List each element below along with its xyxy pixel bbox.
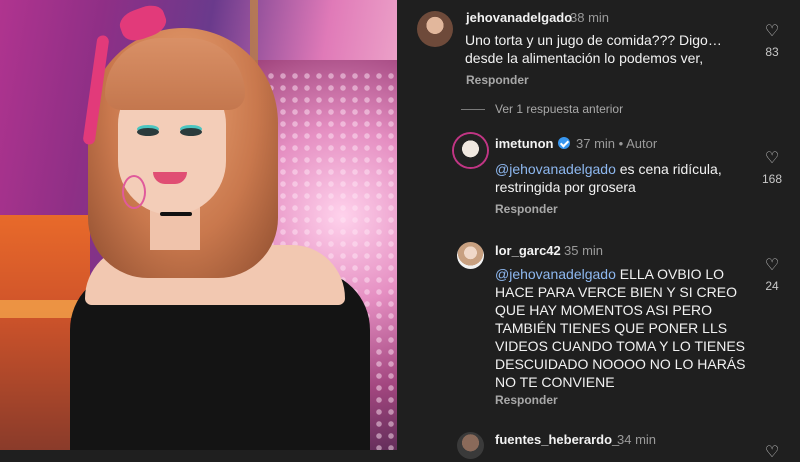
comments-panel[interactable]: jehovanadelgado 38 min Uno torta y un ju… <box>397 0 800 461</box>
screenshot-root: jehovanadelgado 38 min Uno torta y un ju… <box>0 0 800 461</box>
time-text: 37 min <box>576 136 616 151</box>
post-photo <box>0 0 397 450</box>
avatar-lor-garc42[interactable] <box>457 242 484 269</box>
reply-button[interactable]: Responder <box>466 73 529 87</box>
avatar-jehovanadelgado[interactable] <box>417 11 453 47</box>
mention-link[interactable]: @jehovanadelgado <box>495 161 616 177</box>
comment-body: ELLA OVBIO LO HACE PARA VERCE BIEN Y SI … <box>495 266 746 390</box>
view-more-label[interactable]: Ver 1 respuesta anterior <box>495 102 623 116</box>
heart-outline-icon[interactable]: ♡ <box>764 442 780 462</box>
heart-outline-icon[interactable]: ♡ <box>764 255 780 275</box>
like-count: 168 <box>761 172 783 186</box>
heart-outline-icon[interactable]: ♡ <box>764 148 780 168</box>
left-eye <box>137 128 159 136</box>
comment-time: 38 min <box>570 10 610 25</box>
earring <box>122 175 146 209</box>
comment-time: 35 min <box>564 243 604 258</box>
author-tag: • Autor <box>618 136 658 151</box>
like-count: 83 <box>765 45 779 59</box>
right-eye <box>180 128 202 136</box>
like-count: 24 <box>765 279 779 293</box>
comment-username[interactable]: lor_garc42 <box>495 243 561 258</box>
comment-text: @jehovanadelgado ELLA OVBIO LO HACE PARA… <box>495 265 750 391</box>
view-more-replies[interactable]: Ver 1 respuesta anterior <box>461 102 623 116</box>
comment-username[interactable]: imetunon <box>495 136 570 151</box>
comment-text: @jehovanadelgado es cena ridícula, restr… <box>495 160 745 196</box>
username-text[interactable]: imetunon <box>495 136 554 151</box>
choker <box>160 212 192 216</box>
reply-button[interactable]: Responder <box>495 393 558 407</box>
comment-text: Uno torta y un jugo de comida??? Digo… d… <box>465 32 722 66</box>
comment-time: 37 min • Autor <box>576 136 657 151</box>
comment-username[interactable]: fuentes_heberardo_ <box>495 432 619 447</box>
comment-time: 34 min <box>617 432 657 447</box>
background-shelf-board <box>0 300 80 318</box>
mention-link[interactable]: @jehovanadelgado <box>495 266 616 282</box>
comment-username[interactable]: jehovanadelgado <box>466 10 572 25</box>
heart-outline-icon[interactable]: ♡ <box>764 21 780 41</box>
reply-button[interactable]: Responder <box>495 202 558 216</box>
avatar-fuentes-heberardo[interactable] <box>457 432 484 459</box>
verified-badge-icon <box>557 137 570 149</box>
avatar-imetunon[interactable] <box>454 134 487 167</box>
